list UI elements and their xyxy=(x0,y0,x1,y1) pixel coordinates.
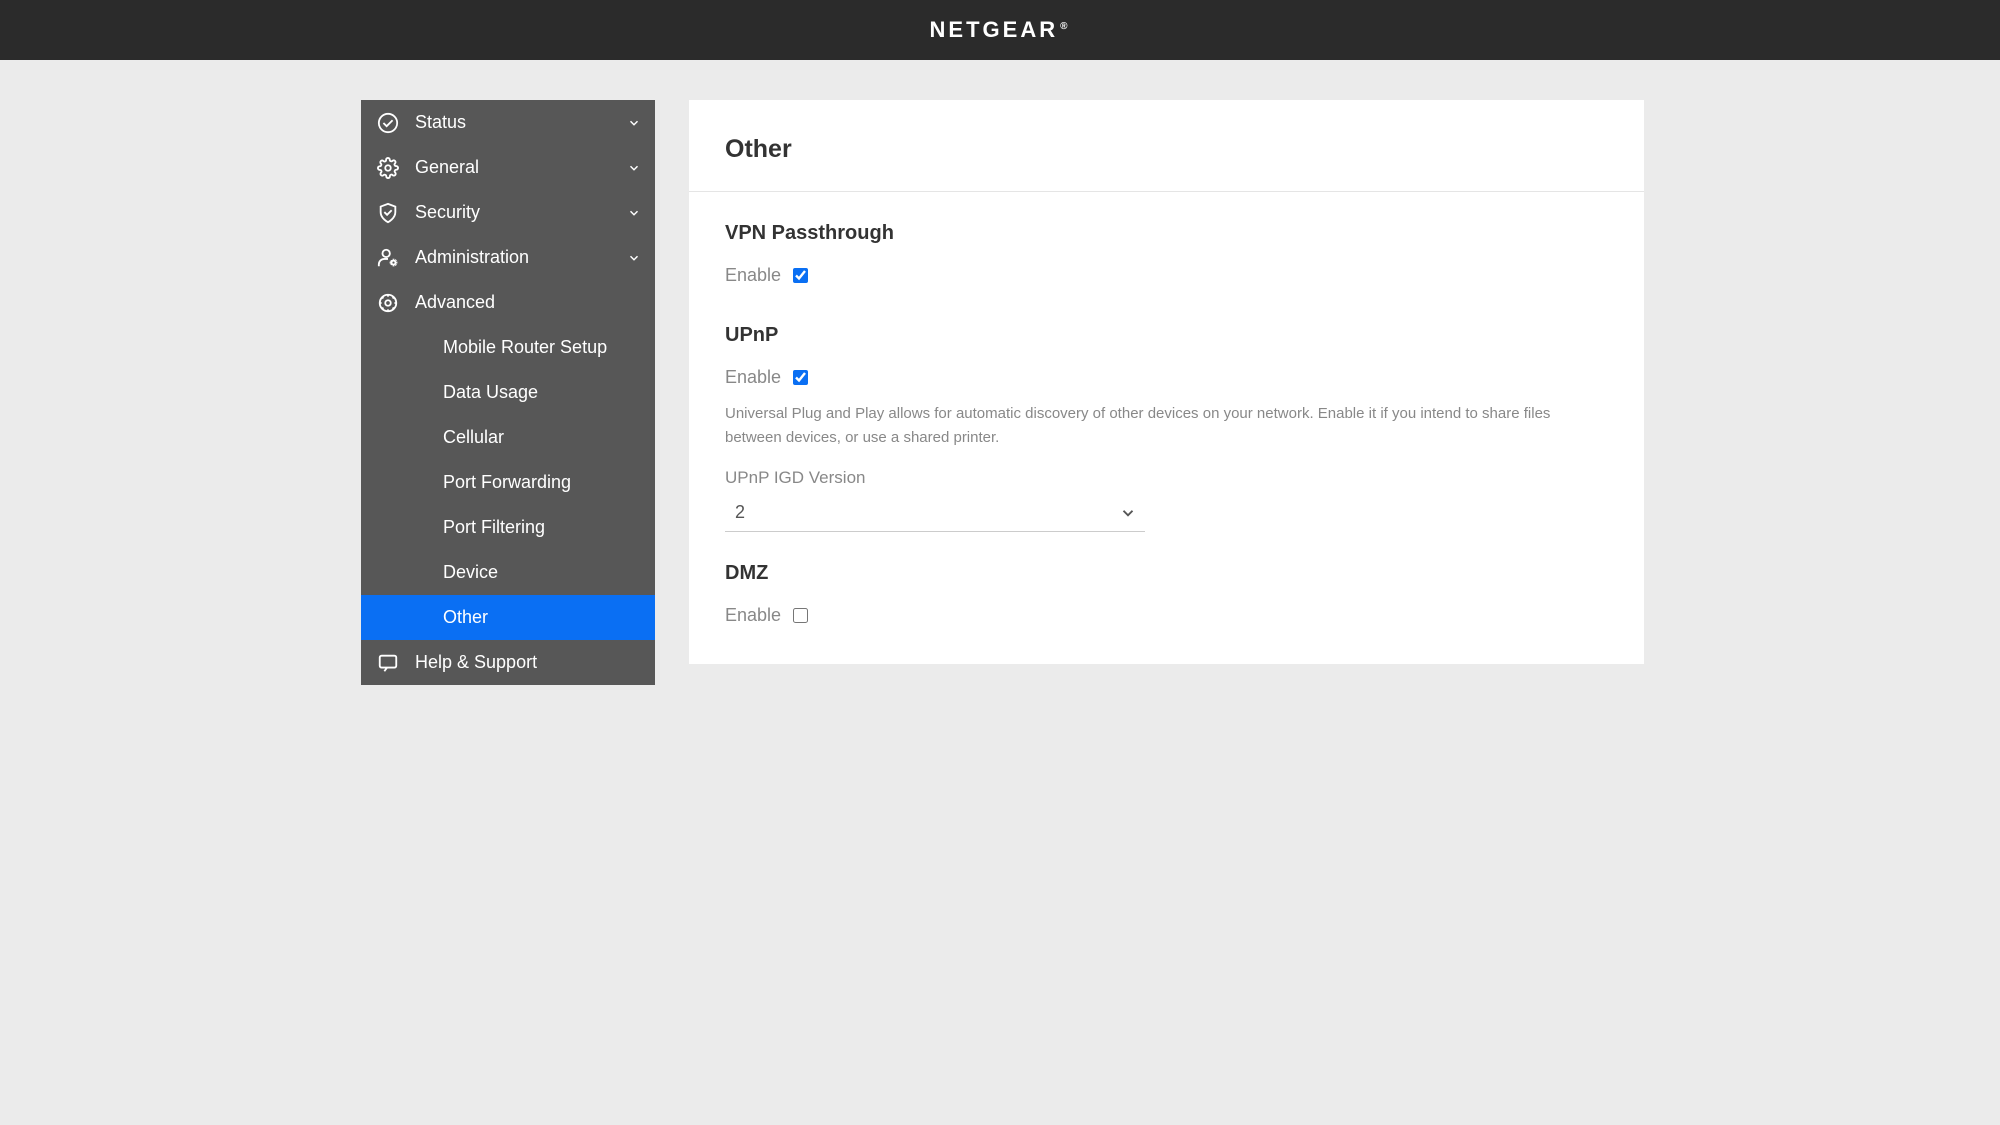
vpn-enable-checkbox[interactable] xyxy=(793,268,808,283)
sidebar-item-label: Advanced xyxy=(415,292,641,313)
sidebar-item-administration[interactable]: Administration xyxy=(361,235,655,280)
sidebar-item-label: General xyxy=(415,157,627,178)
vpn-heading: VPN Passthrough xyxy=(725,222,1608,245)
chevron-down-icon xyxy=(1119,504,1137,522)
chevron-down-icon xyxy=(627,251,641,265)
app-header: NETGEAR® xyxy=(0,0,2000,60)
vpn-enable-row: Enable xyxy=(725,265,1608,286)
brand-text: NETGEAR xyxy=(930,17,1059,42)
sidebar-item-label: Status xyxy=(415,112,627,133)
sidebar-item-security[interactable]: Security xyxy=(361,190,655,235)
page-title: Other xyxy=(689,100,1644,192)
sidebar-subitem-label: Mobile Router Setup xyxy=(443,337,607,358)
upnp-heading: UPnP xyxy=(725,324,1608,347)
sidebar-item-status[interactable]: Status xyxy=(361,100,655,145)
sidebar-item-label: Security xyxy=(415,202,627,223)
sidebar-item-label: Administration xyxy=(415,247,627,268)
gear-icon xyxy=(375,157,401,179)
upnp-enable-checkbox[interactable] xyxy=(793,370,808,385)
status-icon xyxy=(375,112,401,134)
registered-mark: ® xyxy=(1060,21,1070,32)
upnp-enable-label: Enable xyxy=(725,367,781,388)
sidebar-subitem-label: Port Filtering xyxy=(443,517,545,538)
main-container: Status General Security xyxy=(355,60,1645,685)
sidebar-item-general[interactable]: General xyxy=(361,145,655,190)
sidebar-subitem-mobile-router-setup[interactable]: Mobile Router Setup xyxy=(361,325,655,370)
sidebar-subitem-label: Port Forwarding xyxy=(443,472,571,493)
sidebar-subitem-port-forwarding[interactable]: Port Forwarding xyxy=(361,460,655,505)
sidebar-subitem-port-filtering[interactable]: Port Filtering xyxy=(361,505,655,550)
shield-icon xyxy=(375,202,401,224)
upnp-igd-value: 2 xyxy=(735,502,1119,523)
brand-logo: NETGEAR® xyxy=(930,17,1071,43)
sidebar-subitem-label: Data Usage xyxy=(443,382,538,403)
admin-icon xyxy=(375,247,401,269)
sidebar-subitem-device[interactable]: Device xyxy=(361,550,655,595)
chevron-down-icon xyxy=(627,161,641,175)
dmz-enable-checkbox[interactable] xyxy=(793,608,808,623)
content-panel: Other VPN Passthrough Enable UPnP Enable… xyxy=(689,100,1644,664)
vpn-enable-label: Enable xyxy=(725,265,781,286)
sidebar-subitem-label: Device xyxy=(443,562,498,583)
dmz-enable-row: Enable xyxy=(725,605,1608,626)
sidebar-item-help-support[interactable]: Help & Support xyxy=(361,640,655,685)
upnp-igd-select[interactable]: 2 xyxy=(725,494,1145,532)
sidebar-subitem-label: Other xyxy=(443,607,488,628)
advanced-icon xyxy=(375,292,401,314)
sidebar-subitem-label: Cellular xyxy=(443,427,504,448)
sidebar-subitem-other[interactable]: Other xyxy=(361,595,655,640)
dmz-enable-label: Enable xyxy=(725,605,781,626)
chat-icon xyxy=(375,652,401,674)
section-vpn-passthrough: VPN Passthrough Enable xyxy=(689,192,1644,286)
sidebar-item-label: Help & Support xyxy=(415,652,641,673)
sidebar-subitem-data-usage[interactable]: Data Usage xyxy=(361,370,655,415)
chevron-down-icon xyxy=(627,116,641,130)
sidebar-item-advanced[interactable]: Advanced xyxy=(361,280,655,325)
section-dmz: DMZ Enable xyxy=(689,532,1644,626)
section-upnp: UPnP Enable Universal Plug and Play allo… xyxy=(689,294,1644,532)
upnp-enable-row: Enable xyxy=(725,367,1608,388)
dmz-heading: DMZ xyxy=(725,562,1608,585)
sidebar-subitem-cellular[interactable]: Cellular xyxy=(361,415,655,460)
upnp-description: Universal Plug and Play allows for autom… xyxy=(725,402,1608,450)
upnp-igd-label: UPnP IGD Version xyxy=(725,468,1608,488)
sidebar: Status General Security xyxy=(361,100,655,685)
chevron-down-icon xyxy=(627,206,641,220)
